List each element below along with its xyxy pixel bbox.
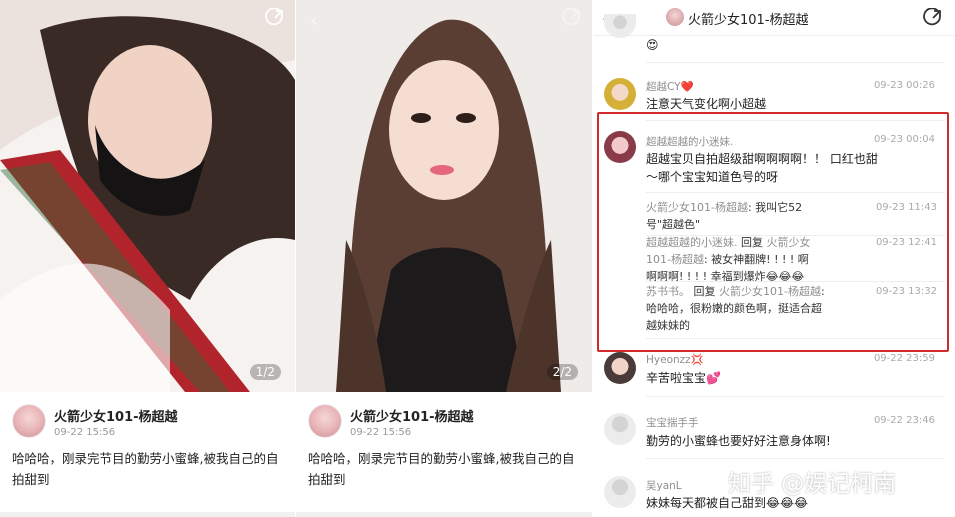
photo-counter: 2/2 <box>546 364 578 380</box>
share-icon[interactable] <box>265 7 285 28</box>
divider <box>646 458 945 459</box>
selfie-image-portrait <box>296 0 592 392</box>
post-date: 09-22 15:56 <box>350 427 412 438</box>
comment-username[interactable]: 吴yanL <box>646 478 682 493</box>
comment-time: 09-22 23:59 <box>873 353 935 364</box>
selfie-image-masked <box>0 0 295 392</box>
comment-text: 😍 <box>646 38 659 52</box>
screenshot-collage: 1/2 火箭少女101-杨超越 09-22 15:56 哈哈哈，刚录完节目的勤劳… <box>0 0 955 517</box>
author-name[interactable]: 火箭少女101-杨超越 <box>350 406 474 425</box>
comment-time: 09-23 00:26 <box>873 80 935 91</box>
comment-text: 辛苦啦宝宝💕 <box>646 371 721 385</box>
avatar[interactable] <box>604 413 636 445</box>
post-photo[interactable]: 1/2 <box>0 0 295 392</box>
post-panel-photo-1: 1/2 火箭少女101-杨超越 09-22 15:56 哈哈哈，刚录完节目的勤劳… <box>0 0 295 517</box>
photo-counter: 1/2 <box>249 364 281 380</box>
back-icon[interactable]: ‹ <box>310 8 318 32</box>
post-author[interactable]: 火箭少女101-杨超越 09-22 15:56 <box>12 404 283 444</box>
avatar[interactable] <box>604 78 636 110</box>
post-photo[interactable]: ‹ 2/2 <box>296 0 592 392</box>
post-text: 哈哈哈，刚录完节目的勤劳小蜜蜂,被我自己的自拍甜到 <box>308 451 575 487</box>
avatar[interactable] <box>308 404 342 438</box>
divider <box>0 512 295 517</box>
comment-username[interactable]: 超越CY❤️ <box>646 79 694 94</box>
divider <box>646 396 945 397</box>
comment-username[interactable]: Hyeonzz💢 <box>646 353 704 366</box>
author-name[interactable]: 火箭少女101-杨超越 <box>54 406 178 425</box>
avatar[interactable] <box>604 352 636 384</box>
comments-header: ‹ 火箭少女101-杨超越 <box>594 0 955 36</box>
post-date: 09-22 15:56 <box>54 427 116 438</box>
avatar[interactable] <box>666 8 684 26</box>
watermark: 知乎 @娱记柯南 <box>728 471 897 497</box>
share-icon[interactable] <box>562 7 582 28</box>
post-author[interactable]: 火箭少女101-杨超越 09-22 15:56 <box>308 404 580 444</box>
avatar[interactable] <box>604 476 636 508</box>
share-icon[interactable] <box>923 7 943 28</box>
comment-time: 09-22 23:46 <box>873 415 935 426</box>
comment-username[interactable]: 宝宝揣手手 <box>646 415 699 430</box>
divider <box>296 512 592 517</box>
post-panel-photo-2: ‹ 2/2 火箭少女101-杨超越 09-22 15:56 哈哈哈，刚录完节目的… <box>296 0 592 517</box>
comment-text: 勤劳的小蜜蜂也要好好注意身体啊! <box>646 434 831 448</box>
avatar[interactable] <box>12 404 46 438</box>
comments-title: 火箭少女101-杨超越 <box>688 13 809 28</box>
post-text: 哈哈哈，刚录完节目的勤劳小蜜蜂,被我自己的自拍甜到 <box>12 451 279 487</box>
highlight-box <box>597 112 949 352</box>
divider <box>646 62 945 63</box>
